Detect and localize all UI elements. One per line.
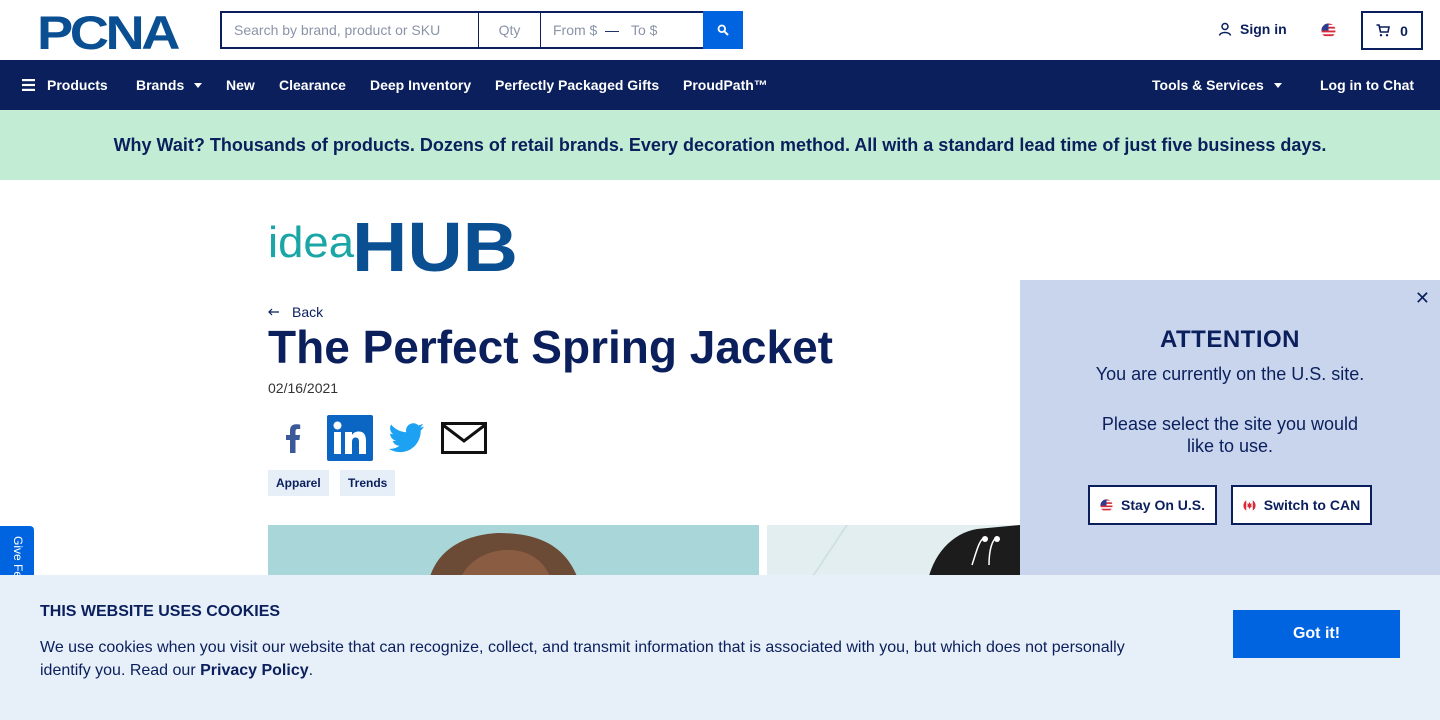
back-label: Back (292, 304, 324, 320)
nav-brands-label: Brands (136, 77, 185, 93)
nav-tools-label: Tools & Services (1152, 77, 1264, 93)
cookie-title: THIS WEBSITE USES COOKIES (40, 603, 281, 620)
tag-trends[interactable]: Trends (340, 470, 396, 496)
share-email-button[interactable] (441, 416, 487, 460)
nav-chat-login[interactable]: Log in to Chat (1320, 60, 1414, 110)
nav-gifts[interactable]: Perfectly Packaged Gifts (495, 60, 659, 110)
accept-cookies-label: Got it! (1292, 625, 1341, 642)
modal-title: ATTENTION (1159, 326, 1301, 353)
tag-label: Trends (348, 476, 388, 490)
header: PCNA — Sign in 0 (0, 0, 1440, 60)
nav-chat-label: Log in to Chat (1320, 77, 1415, 93)
promo-text: Why Wait? Thousands of products. Dozens … (113, 134, 1327, 155)
hamburger-icon (22, 79, 35, 91)
ideahub-logo-idea: idea (268, 218, 355, 267)
us-flag-icon (1100, 498, 1113, 512)
linkedin-icon (327, 415, 373, 461)
twitter-icon (389, 423, 424, 453)
close-icon[interactable]: ✕ (1415, 288, 1430, 309)
modal-select-site-text: Please select the site you would like to… (1101, 414, 1359, 456)
us-flag-icon[interactable] (1321, 23, 1336, 38)
nav-clearance-label: Clearance (279, 77, 346, 93)
ideahub-logo[interactable]: idea HUB (268, 213, 520, 275)
promo-banner: Why Wait? Thousands of products. Dozens … (0, 110, 1440, 180)
search-bar: — (220, 11, 711, 49)
page-title: The Perfect Spring Jacket (268, 321, 833, 373)
search-icon (717, 24, 729, 36)
switch-can-label: Switch to CAN (1263, 497, 1361, 513)
arrow-left-icon (268, 308, 279, 316)
nav-deep-inventory[interactable]: Deep Inventory (370, 60, 471, 110)
main-nav: Products Brands New Clearance Deep Inven… (0, 60, 1440, 110)
price-from-input[interactable] (541, 13, 605, 47)
chevron-down-icon (194, 82, 203, 88)
nav-gifts-label: Perfectly Packaged Gifts (495, 77, 660, 93)
ideahub-logo-hub: HUB (352, 213, 518, 275)
nav-new[interactable]: New (226, 60, 255, 110)
user-icon (1218, 22, 1232, 36)
nav-new-label: New (226, 77, 255, 93)
quantity-input[interactable] (479, 13, 541, 47)
modal-current-site-text: You are currently on the U.S. site. (1095, 364, 1365, 384)
cookie-text: We use cookies when you visit our websit… (40, 636, 1150, 682)
cookie-banner: THIS WEBSITE USES COOKIES We use cookies… (0, 575, 1440, 720)
nav-products[interactable]: Products (22, 60, 108, 110)
pcna-logo-text: PCNA (37, 12, 179, 52)
nav-tools-services[interactable]: Tools & Services (1152, 60, 1282, 110)
nav-proudpath[interactable]: ProudPath™ (683, 60, 768, 110)
nav-deep-inventory-label: Deep Inventory (370, 77, 472, 93)
search-button[interactable] (703, 11, 743, 49)
tag-label: Apparel (276, 476, 321, 490)
cart-icon (1376, 24, 1391, 37)
chevron-down-icon (1273, 82, 1282, 88)
cart-button[interactable]: 0 (1361, 11, 1423, 50)
sign-in-label: Sign in (1240, 21, 1287, 37)
site-select-modal: ✕ ATTENTION You are currently on the U.S… (1020, 280, 1440, 580)
accept-cookies-button[interactable]: Got it! (1233, 610, 1400, 658)
publish-date: 02/16/2021 (268, 380, 339, 396)
price-range-dash: — (605, 22, 619, 38)
sign-in-button[interactable]: Sign in (1218, 21, 1287, 37)
switch-can-button[interactable]: Switch to CAN (1231, 485, 1372, 525)
pcna-logo[interactable]: PCNA (37, 12, 185, 52)
cart-count: 0 (1400, 22, 1408, 39)
share-linkedin-button[interactable] (327, 415, 373, 461)
canada-flag-icon (1243, 498, 1256, 512)
search-input[interactable] (222, 13, 479, 47)
privacy-policy-link[interactable]: Privacy Policy (200, 662, 309, 679)
back-link[interactable]: Back (268, 304, 323, 320)
price-to-input[interactable] (619, 13, 709, 47)
tag-apparel[interactable]: Apparel (268, 470, 329, 496)
share-twitter-button[interactable] (386, 416, 428, 460)
nav-clearance[interactable]: Clearance (279, 60, 346, 110)
cookie-suffix: . (308, 662, 314, 679)
nav-brands[interactable]: Brands (136, 60, 203, 110)
stay-us-label: Stay On U.S. (1120, 497, 1206, 513)
nav-proudpath-label: ProudPath™ (683, 77, 768, 93)
facebook-icon (286, 424, 301, 453)
nav-products-label: Products (47, 77, 108, 93)
share-facebook-button[interactable] (268, 416, 318, 460)
stay-us-button[interactable]: Stay On U.S. (1088, 485, 1217, 525)
email-icon (441, 422, 487, 454)
